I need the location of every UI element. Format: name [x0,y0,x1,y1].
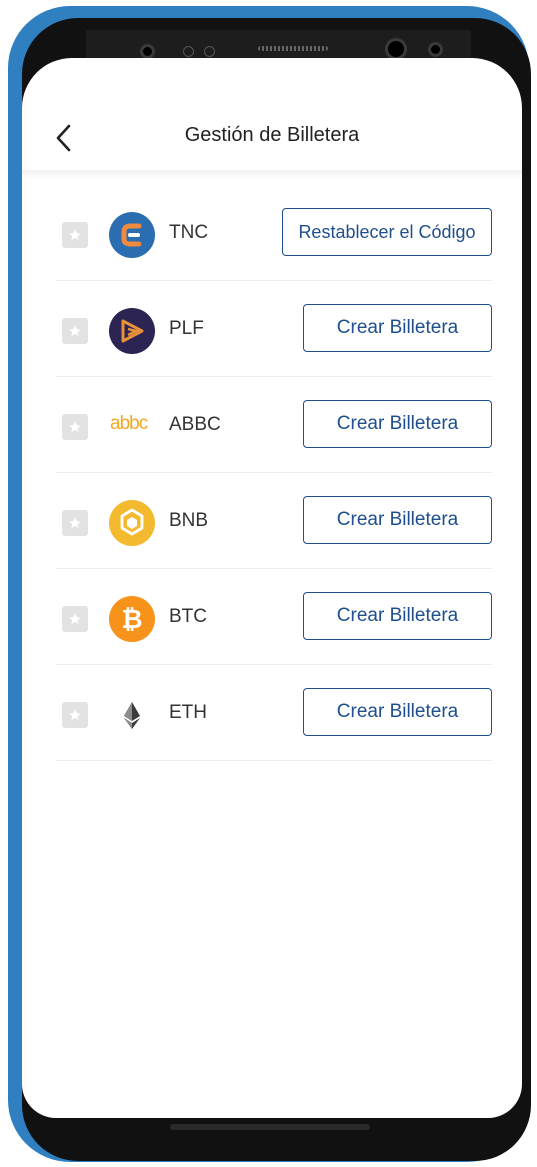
bnb-logo-icon [109,500,155,546]
coin-row-plf: PLF Crear Billetera [56,280,492,377]
plf-logo-icon [109,308,155,354]
coin-symbol: ABBC [169,414,221,435]
coin-symbol: ETH [169,702,207,723]
header-divider [22,170,522,178]
create-wallet-button[interactable]: Crear Billetera [303,304,492,352]
star-icon [69,229,81,241]
coin-row-tnc: TNC Restablecer el Código [56,184,492,281]
app-screen: Gestión de Billetera TNC Restablecer el … [22,58,522,1118]
favorite-toggle[interactable] [62,606,88,632]
favorite-toggle[interactable] [62,318,88,344]
btc-logo-icon: ₿ [109,596,155,642]
coin-row-abbc: abbc ABBC Crear Billetera [56,376,492,473]
page-title: Gestión de Billetera [184,124,360,146]
create-wallet-button[interactable]: Crear Billetera [303,400,492,448]
side-button [10,202,18,362]
star-icon [69,325,81,337]
phone-bottom-edge [170,1124,370,1130]
star-icon [69,709,81,721]
speaker-grille [258,46,328,51]
camera-icon [428,42,443,57]
coin-row-eth: ETH Crear Billetera [56,664,492,761]
eth-logo-icon [124,702,140,729]
abbc-logo-icon: abbc [110,413,148,434]
star-icon [69,517,81,529]
favorite-toggle[interactable] [62,414,88,440]
create-wallet-button[interactable]: Crear Billetera [303,688,492,736]
star-icon [69,421,81,433]
coin-symbol: TNC [169,222,209,243]
camera-icon [385,38,407,60]
favorite-toggle[interactable] [62,702,88,728]
sensor-icon [204,46,215,57]
reset-code-button[interactable]: Restablecer el Código [282,208,492,256]
tnc-logo-icon [109,212,155,258]
coin-symbol: BTC [169,606,207,627]
sensor-icon [183,46,194,57]
coin-row-btc: ₿ BTC Crear Billetera [56,568,492,665]
side-button [10,436,18,514]
svg-text:₿: ₿ [121,605,142,635]
coin-symbol: PLF [169,318,204,339]
create-wallet-button[interactable]: Crear Billetera [303,592,492,640]
favorite-toggle[interactable] [62,222,88,248]
create-wallet-button[interactable]: Crear Billetera [303,496,492,544]
app-header: Gestión de Billetera [22,98,522,176]
camera-icon [140,44,155,59]
coin-symbol: BNB [169,510,209,531]
favorite-toggle[interactable] [62,510,88,536]
star-icon [69,613,81,625]
coin-row-bnb: BNB Crear Billetera [56,472,492,569]
